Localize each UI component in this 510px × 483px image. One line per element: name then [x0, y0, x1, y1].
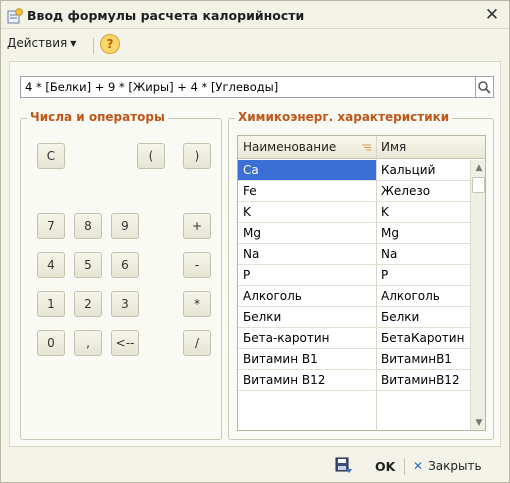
column-header-short-name[interactable]: Имя — [381, 140, 406, 154]
title-bar[interactable]: Ввод формулы расчета калорийности ✕ — [1, 1, 509, 29]
save-icon[interactable] — [335, 457, 353, 475]
window-title: Ввод формулы расчета калорийности — [27, 8, 305, 23]
cell-name: P — [243, 268, 251, 282]
key-open-paren[interactable]: ( — [137, 143, 165, 169]
cell-short-name: ВитаминB12 — [381, 373, 460, 387]
key-2[interactable]: 2 — [74, 291, 102, 317]
key-6[interactable]: 6 — [111, 252, 139, 278]
chevron-down-icon: ▼ — [70, 39, 77, 48]
key-3[interactable]: 3 — [111, 291, 139, 317]
actions-menu[interactable]: Действия ▼ — [7, 36, 76, 50]
toolbar: Действия ▼ ? — [1, 30, 509, 60]
cell-short-name: Алкоголь — [381, 289, 440, 303]
key-backspace[interactable]: <-- — [111, 330, 139, 356]
cell-name: Na — [243, 247, 260, 261]
cell-short-name: Белки — [381, 310, 420, 324]
cell-short-name: P — [381, 268, 389, 282]
table-row[interactable]: Fe Железо — [238, 181, 470, 202]
cell-name: Алкоголь — [243, 289, 302, 303]
help-button[interactable]: ? — [100, 34, 120, 54]
operators-group-title: Числа и операторы — [27, 110, 168, 124]
table-row[interactable]: Mg Mg — [238, 223, 470, 244]
table-row[interactable]: K K — [238, 202, 470, 223]
search-icon — [478, 81, 491, 94]
cell-short-name: БетаКаротин — [381, 331, 465, 345]
form-icon — [7, 8, 23, 24]
key-close-paren[interactable]: ) — [183, 143, 211, 169]
formula-input[interactable]: 4 * [Белки] + 9 * [Жиры] + 4 * [Углеводы… — [20, 76, 476, 98]
key-minus[interactable]: - — [183, 252, 211, 278]
cell-name: Бета-каротин — [243, 331, 330, 345]
cell-name: Витамин B12 — [243, 373, 326, 387]
cell-short-name: ВитаминB1 — [381, 352, 452, 366]
table-row[interactable]: Na Na — [238, 244, 470, 265]
cell-name: Витамин B1 — [243, 352, 318, 366]
close-button-label: Закрыть — [428, 459, 482, 473]
close-icon: ✕ — [413, 459, 424, 473]
table-header: Наименование Имя — [238, 136, 485, 159]
table-row[interactable]: Алкоголь Алкоголь — [238, 286, 470, 307]
key-4[interactable]: 4 — [37, 252, 65, 278]
sort-ascending-icon — [362, 144, 371, 151]
close-button[interactable]: ✕ Закрыть — [413, 459, 482, 473]
cell-short-name: Железо — [381, 184, 431, 198]
actions-menu-label: Действия — [7, 36, 68, 50]
footer-bar: OK ✕ Закрыть — [1, 451, 509, 482]
content-panel: 4 * [Белки] + 9 * [Жиры] + 4 * [Углеводы… — [9, 61, 501, 447]
formula-search-button[interactable] — [476, 76, 494, 98]
table-row[interactable]: Витамин B1 ВитаминB1 — [238, 349, 470, 370]
table-row[interactable]: Белки Белки — [238, 307, 470, 328]
cell-short-name: Mg — [381, 226, 399, 240]
dialog-window: Ввод формулы расчета калорийности ✕ Дейс… — [0, 0, 510, 483]
cell-name: Ca — [243, 163, 259, 177]
characteristics-table[interactable]: Наименование Имя Ca Кальций Fe Железо K … — [237, 135, 486, 431]
key-comma[interactable]: , — [74, 330, 102, 356]
key-1[interactable]: 1 — [37, 291, 65, 317]
table-row[interactable]: P P — [238, 265, 470, 286]
scroll-down-icon[interactable]: ▼ — [471, 415, 485, 430]
column-header-name[interactable]: Наименование — [243, 140, 336, 154]
cell-short-name: Кальций — [381, 163, 436, 177]
key-0[interactable]: 0 — [37, 330, 65, 356]
cell-name: Fe — [243, 184, 257, 198]
key-multiply[interactable]: * — [183, 291, 211, 317]
table-row[interactable]: Бета-каротин БетаКаротин — [238, 328, 470, 349]
cell-short-name: Na — [381, 247, 398, 261]
key-divide[interactable]: / — [183, 330, 211, 356]
key-5[interactable]: 5 — [74, 252, 102, 278]
cell-name: K — [243, 205, 251, 219]
table-row[interactable]: Витамин B12 ВитаминB12 — [238, 370, 470, 391]
formula-text: 4 * [Белки] + 9 * [Жиры] + 4 * [Углеводы… — [25, 80, 279, 94]
cell-name: Mg — [243, 226, 261, 240]
ok-button[interactable]: OK — [375, 459, 395, 474]
scrollbar-thumb[interactable] — [472, 177, 485, 193]
table-scrollbar[interactable]: ▲ ▼ — [470, 160, 485, 430]
footer-divider — [404, 458, 405, 475]
table-row[interactable]: Ca Кальций — [238, 160, 470, 181]
toolbar-divider — [93, 38, 94, 54]
key-plus[interactable]: + — [183, 213, 211, 239]
key-9[interactable]: 9 — [111, 213, 139, 239]
operators-group: Числа и операторы C ( ) 7 8 9 + 4 5 6 - … — [20, 110, 222, 440]
chem-characteristics-group: Химикоэнерг. характеристики Наименование… — [228, 110, 494, 440]
close-window-button[interactable]: ✕ — [483, 5, 501, 25]
cell-short-name: K — [381, 205, 389, 219]
key-7[interactable]: 7 — [37, 213, 65, 239]
scroll-up-icon[interactable]: ▲ — [471, 160, 485, 176]
chem-group-title: Химикоэнерг. характеристики — [235, 110, 453, 124]
cell-name: Белки — [243, 310, 282, 324]
key-clear[interactable]: C — [37, 143, 65, 169]
key-8[interactable]: 8 — [74, 213, 102, 239]
